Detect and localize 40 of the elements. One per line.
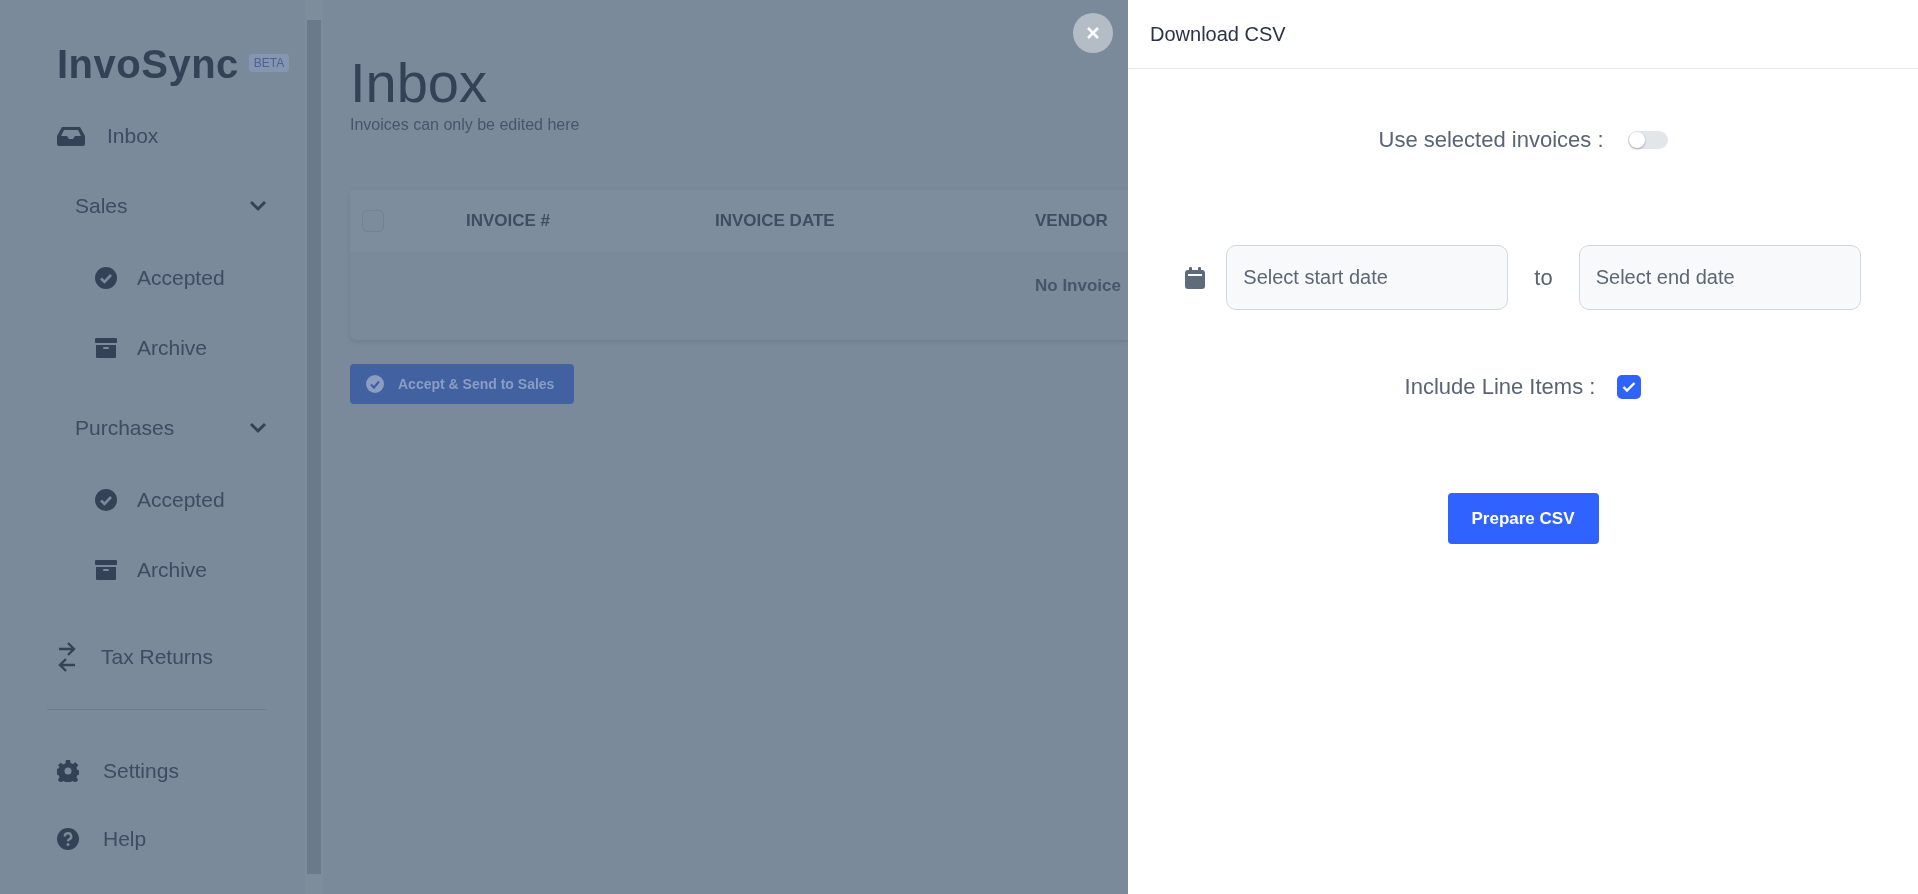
close-button[interactable] [1073,13,1113,53]
archive-box-icon [95,338,117,358]
column-header: INVOICE DATE [715,210,836,231]
checkmark-icon [1622,381,1637,393]
drawer-title: Download CSV [1128,0,1918,69]
nav-item[interactable]: Accepted [95,475,305,525]
help-icon [57,828,79,850]
range-separator: to [1534,264,1553,291]
nav-group[interactable]: Purchases [75,403,267,453]
archive-box-icon [95,560,117,580]
calendar-icon [1185,266,1206,289]
check-circle-icon [95,489,117,511]
chevron-icon [249,200,267,212]
inbox-tray-icon [57,126,85,146]
check-circle-icon [95,267,117,289]
nav-item[interactable]: Accepted [95,253,305,303]
nav-item[interactable]: Help [57,814,305,864]
end-date-field[interactable]: Select end date [1578,245,1861,310]
nav-item[interactable]: Archive [95,323,305,373]
column-header: VENDOR [1035,210,1108,231]
app-logo: InvoSync [57,42,239,87]
page-title: Inbox [350,52,488,114]
beta-badge: BETA [248,54,290,72]
prepare-csv-button[interactable]: Prepare CSV [1447,493,1599,544]
chevron-icon [249,422,267,434]
line-items-checkbox[interactable] [1617,375,1642,399]
checkbox-label: Include Line Items : [1404,374,1596,400]
accept-send-button[interactable]: Accept & Send to Sales [350,363,575,404]
settings-icon [57,760,79,782]
check-circle-icon [366,374,384,393]
column-header: INVOICE # [466,210,552,231]
nav-item[interactable]: Tax Returns [57,627,305,687]
nav-item[interactable]: Settings [57,746,305,796]
nav-group[interactable]: Sales [75,181,267,231]
toggle-label: Use selected invoices : [1378,127,1604,153]
start-date-field[interactable]: Select start date [1226,245,1509,310]
close-icon [1086,26,1100,40]
nav-item[interactable]: Archive [95,545,305,595]
use-selected-toggle[interactable] [1627,131,1668,149]
nav-item[interactable]: Inbox [57,111,305,161]
